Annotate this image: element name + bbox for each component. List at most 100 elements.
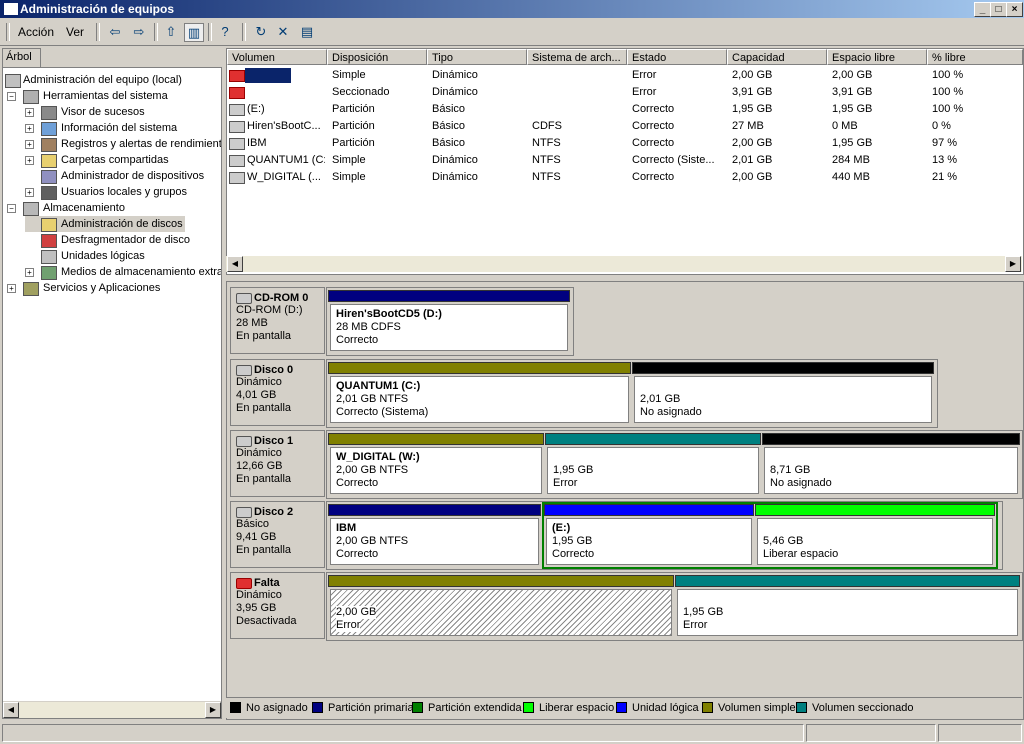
tree-item-storage[interactable]: − Almacenamiento <box>7 200 125 216</box>
table-cell: 2,00 GB <box>732 137 773 149</box>
table-cell: 100 % <box>932 69 964 81</box>
logical-drive-e[interactable]: (E:) 1,95 GB Correcto <box>544 504 754 567</box>
table-cell: Dinámico <box>432 86 478 98</box>
partition-quantum1-c[interactable]: QUANTUM1 (C:) 2,01 GB NTFS Correcto (Sis… <box>328 362 631 425</box>
extended-partition[interactable]: (E:) 1,95 GB Correcto 5,46 GB Liberar es… <box>542 502 998 569</box>
partition-missing-striped[interactable]: 1,95 GB Error <box>675 575 1020 638</box>
expand-icon[interactable]: + <box>25 108 34 117</box>
expand-icon[interactable]: + <box>25 268 34 277</box>
expand-icon[interactable]: + <box>25 124 34 133</box>
table-cell: Seccionado <box>332 86 390 98</box>
column-free-space[interactable]: Espacio libre <box>827 49 927 65</box>
table-cell: Partición <box>332 137 375 149</box>
partition-bar <box>328 290 570 302</box>
tree-item-shared-folders[interactable]: + Carpetas compartidas <box>25 152 169 168</box>
expand-icon[interactable]: + <box>25 140 34 149</box>
disk-label-disk1[interactable]: Disco 1 Dinámico 12,66 GB En pantalla <box>230 430 325 497</box>
tree-item-removable-storage[interactable]: + Medios de almacenamiento extraí <box>25 264 221 280</box>
partition-w-digital[interactable]: W_DIGITAL (W:) 2,00 GB NTFS Correcto <box>328 433 544 496</box>
table-cell: Error <box>632 69 657 81</box>
up-level-icon[interactable]: ⇧ <box>162 23 180 40</box>
show-tree-icon[interactable]: ▥ <box>184 23 204 42</box>
column-layout[interactable]: Disposición <box>327 49 427 65</box>
collapse-icon[interactable]: − <box>7 92 16 101</box>
toolbar-separator <box>242 23 246 41</box>
tree-item-tools[interactable]: − Herramientas del sistema <box>7 88 168 104</box>
disk-label-cdrom0[interactable]: CD-ROM 0 CD-ROM (D:) 28 MB En pantalla <box>230 287 325 354</box>
toolbar-separator <box>154 23 158 41</box>
partition-ibm[interactable]: IBM 2,00 GB NTFS Correcto <box>328 504 541 567</box>
table-cell: IBM <box>247 137 267 149</box>
expand-icon[interactable]: + <box>7 284 16 293</box>
tree-view: Administración del equipo (local) − Herr… <box>2 67 222 719</box>
tree-item-performance[interactable]: + Registros y alertas de rendimient <box>25 136 221 152</box>
table-cell: Simple <box>332 154 366 166</box>
tools-icon <box>23 90 39 104</box>
tree-item-disk-management[interactable]: Administración de discos <box>25 216 185 232</box>
minimize-button[interactable]: _ <box>974 2 991 17</box>
tree-item-root[interactable]: Administración del equipo (local) <box>5 72 182 88</box>
scroll-left-icon[interactable]: ◀ <box>3 702 19 718</box>
free-space[interactable]: 5,46 GB Liberar espacio <box>755 504 995 567</box>
table-row[interactable]: W_DIGITAL (... Simple Dinámico NTFS Correcto… <box>227 169 1023 186</box>
partition-unallocated[interactable]: 8,71 GB No asignado <box>762 433 1020 496</box>
disk-icon <box>236 436 252 447</box>
disk-partitions-disk0: QUANTUM1 (C:) 2,01 GB NTFS Correcto (Sis… <box>326 359 938 428</box>
column-filesystem[interactable]: Sistema de arch... <box>527 49 627 65</box>
refresh-icon[interactable]: ↻ <box>252 23 270 40</box>
disk-label-missing[interactable]: Falta Dinámico 3,95 GB Desactivada <box>230 572 325 639</box>
back-icon[interactable]: ⇦ <box>106 23 124 40</box>
tree-item-logical-drives[interactable]: Unidades lógicas <box>25 248 145 264</box>
partition-striped-error[interactable]: 1,95 GB Error <box>545 433 761 496</box>
table-cell: Partición <box>332 103 375 115</box>
table-cell: (E:) <box>247 103 265 115</box>
column-type[interactable]: Tipo <box>427 49 527 65</box>
table-row[interactable]: IBM Partición Básico NTFS Correcto 2,00 GB 1,9… <box>227 135 1023 152</box>
column-status[interactable]: Estado <box>627 49 727 65</box>
table-row[interactable]: QUANTUM1 (C:) Simple Dinámico NTFS Correcto … <box>227 152 1023 169</box>
tree-item-event-viewer[interactable]: + Visor de sucesos <box>25 104 145 120</box>
maximize-button[interactable]: □ <box>990 2 1007 17</box>
legend-logical: Unidad lógica <box>616 702 699 714</box>
help-icon[interactable]: ? <box>216 23 234 40</box>
column-percent-free[interactable]: % libre <box>927 49 1023 65</box>
disk-label-disk0[interactable]: Disco 0 Dinámico 4,01 GB En pantalla <box>230 359 325 426</box>
table-row[interactable]: (E:) Partición Básico Correcto 1,95 GB 1,95 G… <box>227 101 1023 118</box>
folder-icon <box>41 154 57 168</box>
properties-icon[interactable]: ▤ <box>298 23 316 40</box>
tree-item-defrag[interactable]: Desfragmentador de disco <box>25 232 190 248</box>
tree-item-device-manager[interactable]: Administrador de dispositivos <box>25 168 204 184</box>
tab-tree[interactable]: Árbol <box>2 48 41 67</box>
close-button[interactable]: × <box>1006 2 1023 17</box>
menu-ver[interactable]: Ver <box>66 25 84 39</box>
delete-icon[interactable]: ✕ <box>274 23 292 40</box>
event-viewer-icon <box>41 106 57 120</box>
tree-item-local-users[interactable]: + Usuarios locales y grupos <box>25 184 187 200</box>
disk-label-disk2[interactable]: Disco 2 Básico 9,41 GB En pantalla <box>230 501 325 568</box>
menu-accion[interactable]: Acción <box>18 25 54 39</box>
scroll-right-icon[interactable]: ▶ <box>1005 256 1021 272</box>
tree-item-services[interactable]: + Servicios y Aplicaciones <box>7 280 160 296</box>
expand-icon[interactable]: + <box>25 188 34 197</box>
expand-icon[interactable]: + <box>25 156 34 165</box>
forward-icon[interactable]: ⇨ <box>130 23 148 40</box>
column-volume[interactable]: Volumen <box>227 49 327 65</box>
column-capacity[interactable]: Capacidad <box>727 49 827 65</box>
partition-unallocated[interactable]: 2,01 GB No asignado <box>632 362 934 425</box>
status-bar <box>0 722 1024 744</box>
table-cell: 2,00 GB <box>732 171 773 183</box>
tree-item-sysinfo[interactable]: + Información del sistema <box>25 120 177 136</box>
tree-horizontal-scrollbar[interactable]: ◀ ▶ <box>3 701 221 718</box>
scroll-left-icon[interactable]: ◀ <box>227 256 243 272</box>
scroll-right-icon[interactable]: ▶ <box>205 702 221 718</box>
partition-missing-simple[interactable]: 2,00 GB Error <box>328 575 674 638</box>
list-horizontal-scrollbar[interactable]: ◀ ▶ <box>226 256 1022 272</box>
collapse-icon[interactable]: − <box>7 204 16 213</box>
table-cell <box>247 67 325 84</box>
partition-cdrom-d[interactable]: Hiren'sBootCD5 (D:) 28 MB CDFS Correcto <box>328 290 570 353</box>
table-row[interactable]: Hiren'sBootC... Partición Básico CDFS Correc… <box>227 118 1023 135</box>
table-cell: 3,91 GB <box>732 86 773 98</box>
table-row[interactable]: Simple Dinámico Error 2,00 GB 2,00 GB 100 % <box>227 67 1023 84</box>
table-cell: Correcto <box>632 137 675 149</box>
table-row[interactable]: Seccionado Dinámico Error 3,91 GB 3,91 GB 100… <box>227 84 1023 101</box>
